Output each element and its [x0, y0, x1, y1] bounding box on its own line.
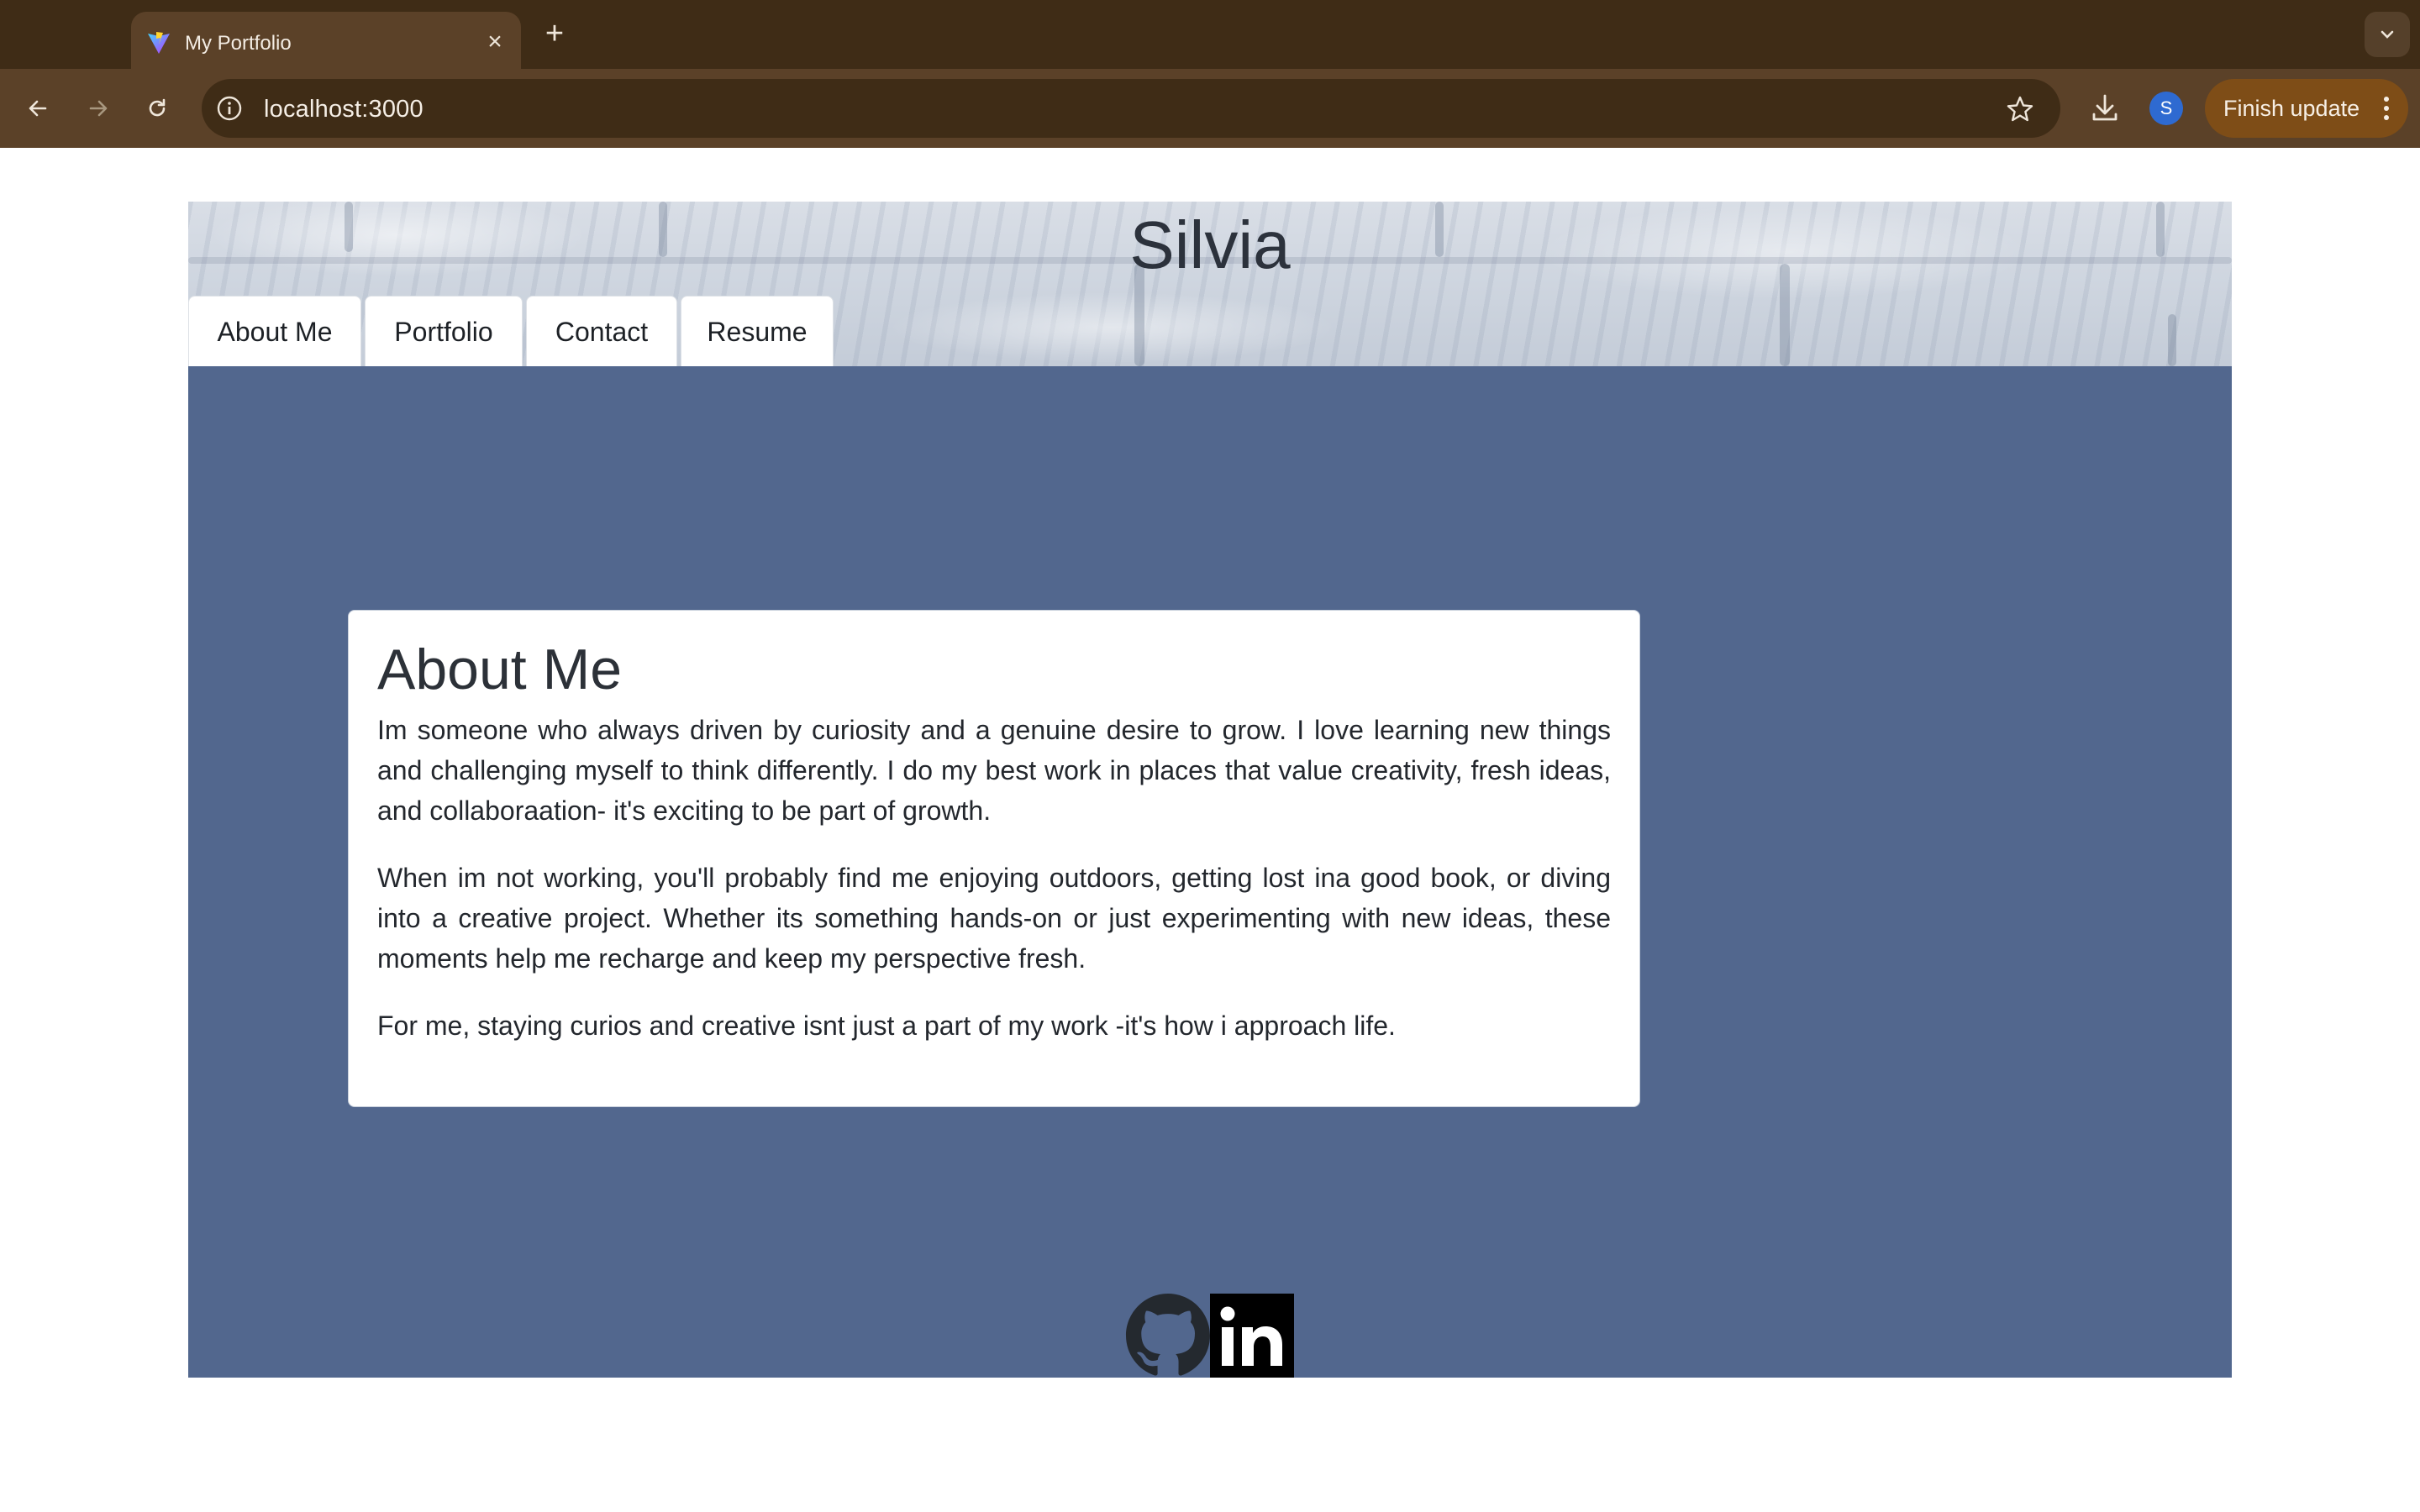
tab-title: My Portfolio [185, 32, 292, 55]
tab-resume[interactable]: Resume [681, 296, 834, 366]
site-header: Silvia About Me Portfolio Contact Resume [188, 202, 2232, 366]
url-text[interactable]: localhost:3000 [264, 96, 424, 123]
linkedin-icon[interactable] [1210, 1294, 1294, 1378]
tab-contact[interactable]: Contact [526, 296, 677, 366]
about-paragraph: When im not working, you'll probably fin… [377, 863, 1611, 974]
about-me-heading: About Me [377, 638, 623, 701]
site-info-icon[interactable] [215, 94, 244, 123]
tab-about-me[interactable]: About Me [188, 296, 361, 366]
browser-tab-bar: My Portfolio × + [0, 0, 2420, 69]
browser-toolbar: localhost:3000 S Finish update [0, 69, 2420, 148]
new-tab-button[interactable]: + [538, 15, 571, 52]
more-menu-icon[interactable] [2383, 96, 2390, 121]
tab-search-chevron-down-icon[interactable] [2365, 12, 2410, 57]
profile-avatar[interactable]: S [2149, 92, 2183, 125]
tab-close-icon[interactable]: × [481, 29, 509, 57]
vite-favicon-icon [146, 30, 171, 55]
github-icon[interactable] [1124, 1294, 1212, 1378]
brick-texture [2168, 314, 2176, 366]
forward-arrow-icon[interactable] [77, 87, 119, 129]
finish-update-button[interactable]: Finish update [2205, 79, 2408, 138]
browser-tab[interactable]: My Portfolio × [131, 12, 521, 69]
finish-update-label: Finish update [2223, 96, 2360, 121]
about-paragraph: For me, staying curios and creative isnt… [377, 1011, 1396, 1041]
tab-portfolio[interactable]: Portfolio [365, 296, 523, 366]
reload-icon[interactable] [136, 87, 178, 129]
page-viewport: Silvia About Me Portfolio Contact Resume… [0, 148, 2420, 1512]
bookmark-star-icon[interactable] [2005, 94, 2035, 124]
site-title: Silvia [1129, 207, 1291, 282]
back-arrow-icon[interactable] [17, 87, 59, 129]
main-content: About Me Im someone who always driven by… [188, 366, 2232, 1378]
portfolio-site: Silvia About Me Portfolio Contact Resume… [188, 202, 2232, 1378]
address-bar[interactable]: localhost:3000 [202, 79, 2060, 138]
about-paragraph: Im someone who always driven by curiosit… [377, 715, 1611, 826]
download-icon[interactable] [2087, 91, 2123, 126]
about-me-card: About Me Im someone who always driven by… [348, 610, 1640, 1107]
